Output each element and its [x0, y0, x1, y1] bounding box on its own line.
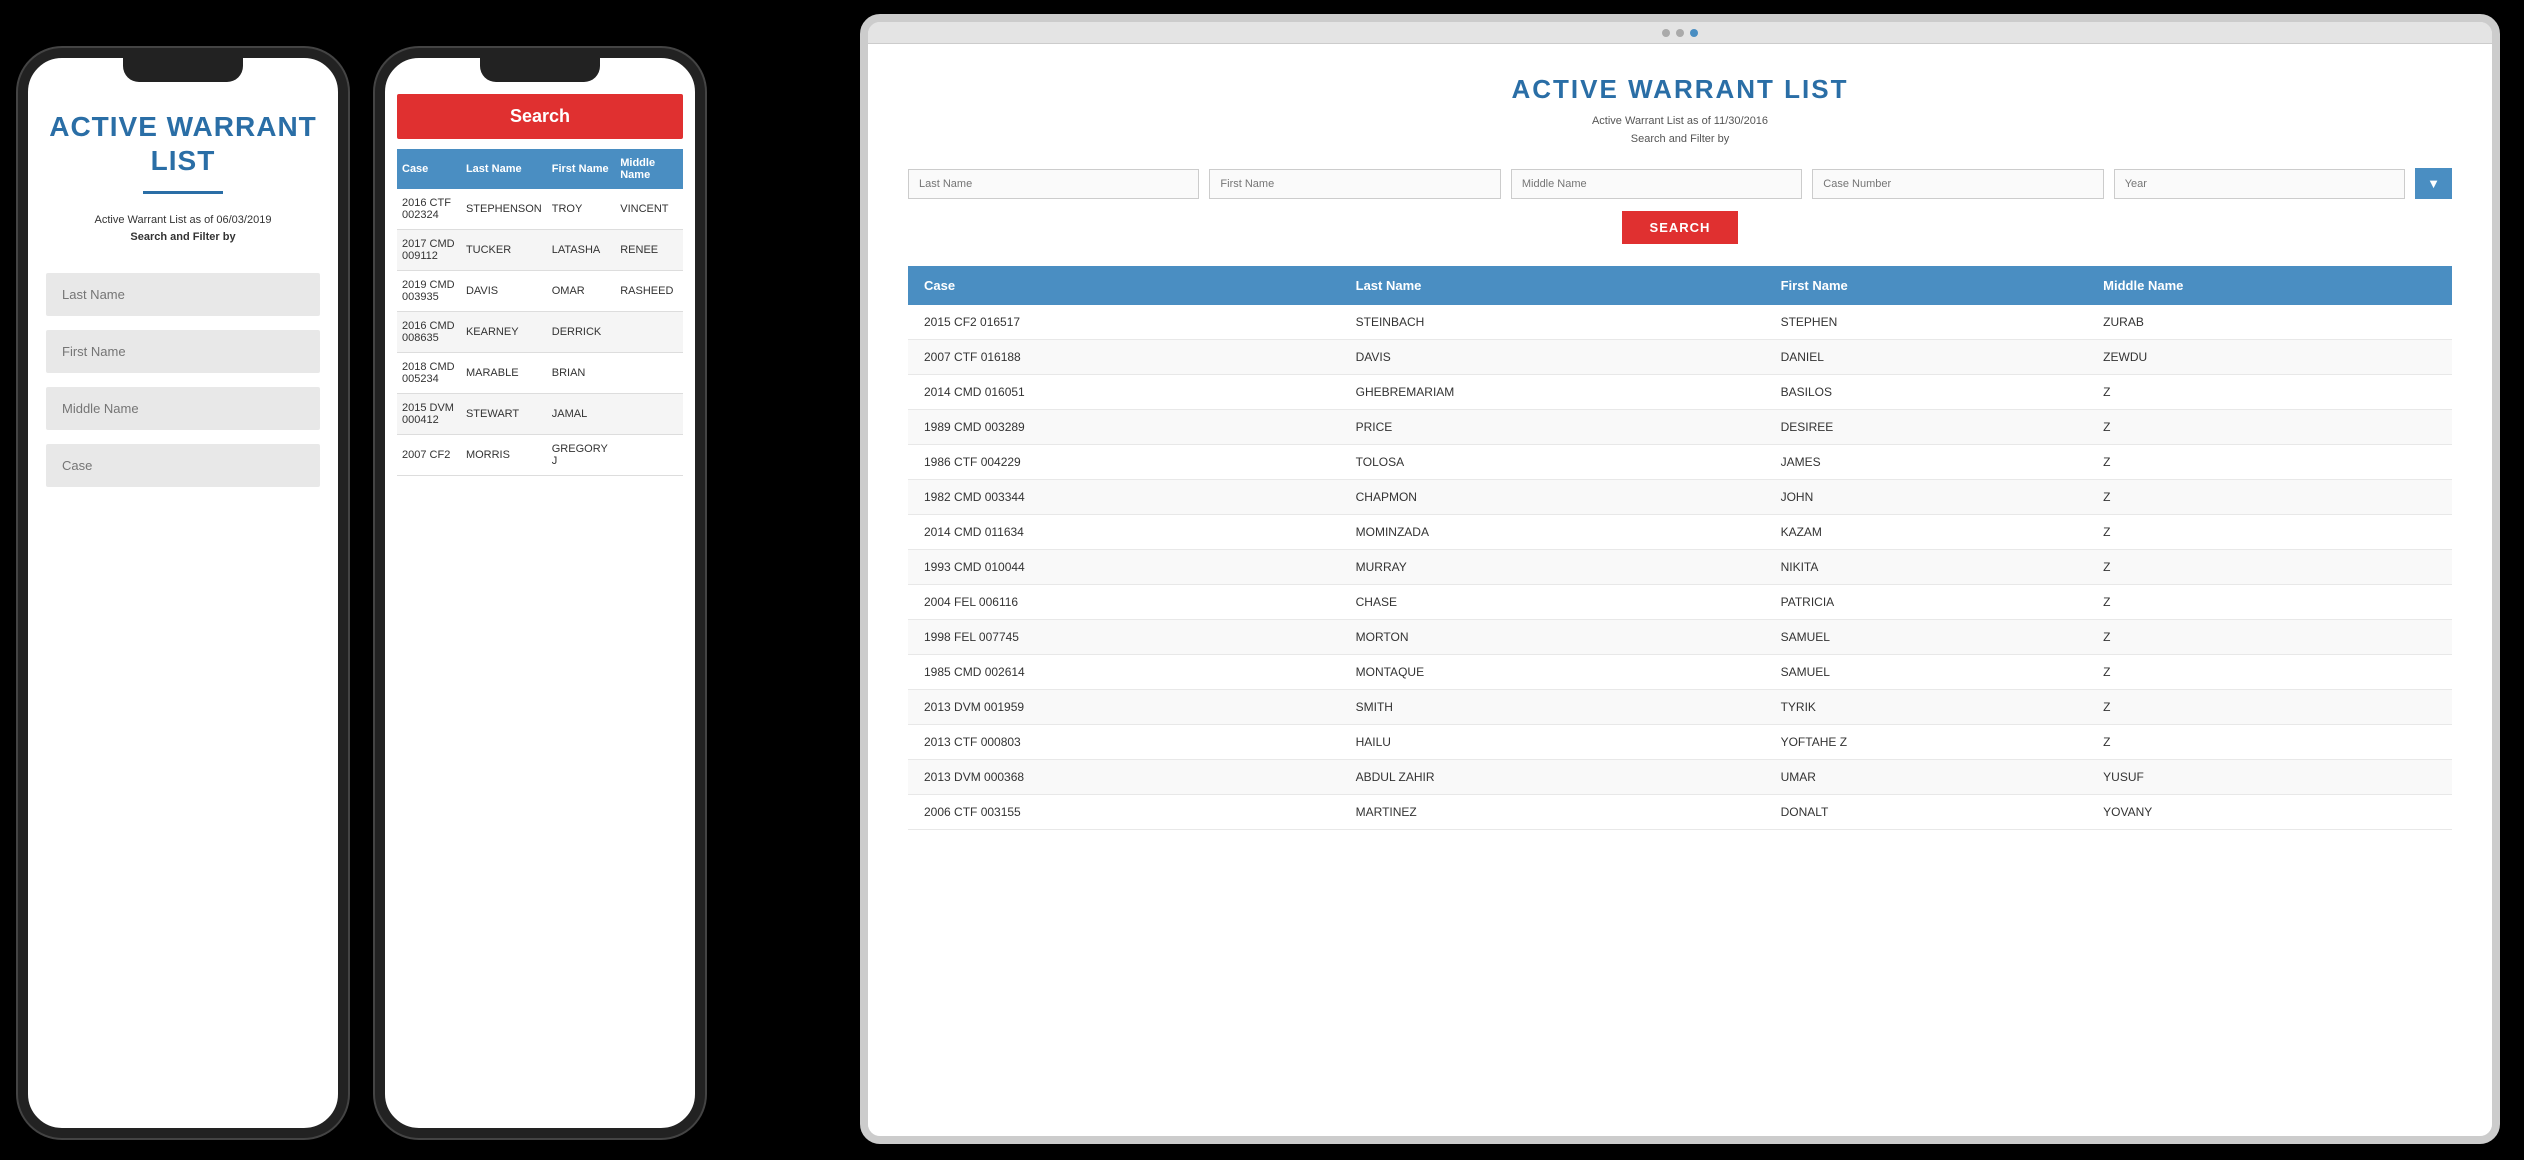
- phone1-first-name-input[interactable]: [46, 330, 320, 373]
- tablet-dot-2: [1676, 29, 1684, 37]
- phone1: ACTIVE WARRANT LIST Active Warrant List …: [18, 48, 348, 1138]
- tablet-col-last: Last Name: [1340, 266, 1765, 305]
- phone1-subtitle: Active Warrant List as of 06/03/2019 Sea…: [46, 212, 320, 245]
- list-item: 2019 CMD 003935DAVISOMARRASHEED: [397, 271, 683, 312]
- search-filters: ▼: [908, 168, 2452, 199]
- table-row: 2013 CTF 000803HAILUYOFTAHE ZZ: [908, 725, 2452, 760]
- phone2-col-last: Last Name: [461, 149, 547, 189]
- tablet-col-first: First Name: [1765, 266, 2088, 305]
- phone1-last-name-input[interactable]: [46, 273, 320, 316]
- filter-last-name[interactable]: [908, 169, 1199, 199]
- table-row: 2014 CMD 016051GHEBREMARIAMBASILOSZ: [908, 375, 2452, 410]
- phone2-search-bar[interactable]: Search: [397, 94, 683, 139]
- tablet-col-middle: Middle Name: [2087, 266, 2452, 305]
- table-row: 1982 CMD 003344CHAPMONJOHNZ: [908, 480, 2452, 515]
- table-row: 2006 CTF 003155MARTINEZDONALTYOVANY: [908, 795, 2452, 830]
- tablet-inner: ACTIVE WARRANT LIST Active Warrant List …: [868, 44, 2492, 1136]
- table-row: 1985 CMD 002614MONTAQUESAMUELZ: [908, 655, 2452, 690]
- phone1-middle-name-input[interactable]: [46, 387, 320, 430]
- phone2-col-case: Case: [397, 149, 461, 189]
- list-item: 2018 CMD 005234MARABLEBRIAN: [397, 353, 683, 394]
- filter-case-number[interactable]: [1812, 169, 2103, 199]
- search-btn-wrap: SEARCH: [908, 211, 2452, 244]
- phone2: Search Case Last Name First Name Middle …: [375, 48, 705, 1138]
- table-row: 1998 FEL 007745MORTONSAMUELZ: [908, 620, 2452, 655]
- table-row: 2013 DVM 000368ABDUL ZAHIRUMARYUSUF: [908, 760, 2452, 795]
- phone2-notch: [480, 58, 600, 82]
- tablet-top-bar: [868, 22, 2492, 44]
- list-item: 2015 DVM 000412STEWARTJAMAL: [397, 394, 683, 435]
- list-item: 2016 CMD 008635KEARNEYDERRICK: [397, 312, 683, 353]
- phone1-divider: [143, 191, 223, 194]
- table-row: 2014 CMD 011634MOMINZADAKAZAMZ: [908, 515, 2452, 550]
- tablet-title: ACTIVE WARRANT LIST: [908, 74, 2452, 105]
- tablet-dot-1: [1662, 29, 1670, 37]
- tablet-col-case: Case: [908, 266, 1340, 305]
- tablet-data-table: Case Last Name First Name Middle Name 20…: [908, 266, 2452, 830]
- table-row: 2007 CTF 016188DAVISDANIELZEWDU: [908, 340, 2452, 375]
- table-row: 2013 DVM 001959SMITHTYRIKZ: [908, 690, 2452, 725]
- table-row: 2004 FEL 006116CHASEPATRICIAZ: [908, 585, 2452, 620]
- year-dropdown-button[interactable]: ▼: [2415, 168, 2452, 199]
- table-row: 1993 CMD 010044MURRAYNIKITAZ: [908, 550, 2452, 585]
- phone2-col-middle: Middle Name: [615, 149, 683, 189]
- table-row: 1986 CTF 004229TOLOSAJAMESZ: [908, 445, 2452, 480]
- phone1-case-input[interactable]: [46, 444, 320, 487]
- phone1-notch: [123, 58, 243, 82]
- tablet-subtitle: Active Warrant List as of 11/30/2016 Sea…: [908, 113, 2452, 148]
- filter-middle-name[interactable]: [1511, 169, 1802, 199]
- list-item: 2007 CF2MORRISGREGORY J: [397, 435, 683, 476]
- search-button[interactable]: SEARCH: [1622, 211, 1739, 244]
- phone2-table: Case Last Name First Name Middle Name 20…: [397, 149, 683, 476]
- tablet-dot-3: [1690, 29, 1698, 37]
- table-row: 1989 CMD 003289PRICEDESIREEZ: [908, 410, 2452, 445]
- filter-first-name[interactable]: [1209, 169, 1500, 199]
- tablet: ACTIVE WARRANT LIST Active Warrant List …: [860, 14, 2500, 1144]
- phone1-title: ACTIVE WARRANT LIST: [46, 110, 320, 177]
- list-item: 2016 CTF 002324STEPHENSONTROYVINCENT: [397, 189, 683, 230]
- list-item: 2017 CMD 009112TUCKERLATASHARENEE: [397, 230, 683, 271]
- filter-year[interactable]: [2114, 169, 2405, 199]
- table-row: 2015 CF2 016517STEINBACHSTEPHENZURAB: [908, 305, 2452, 340]
- phone2-col-first: First Name: [547, 149, 615, 189]
